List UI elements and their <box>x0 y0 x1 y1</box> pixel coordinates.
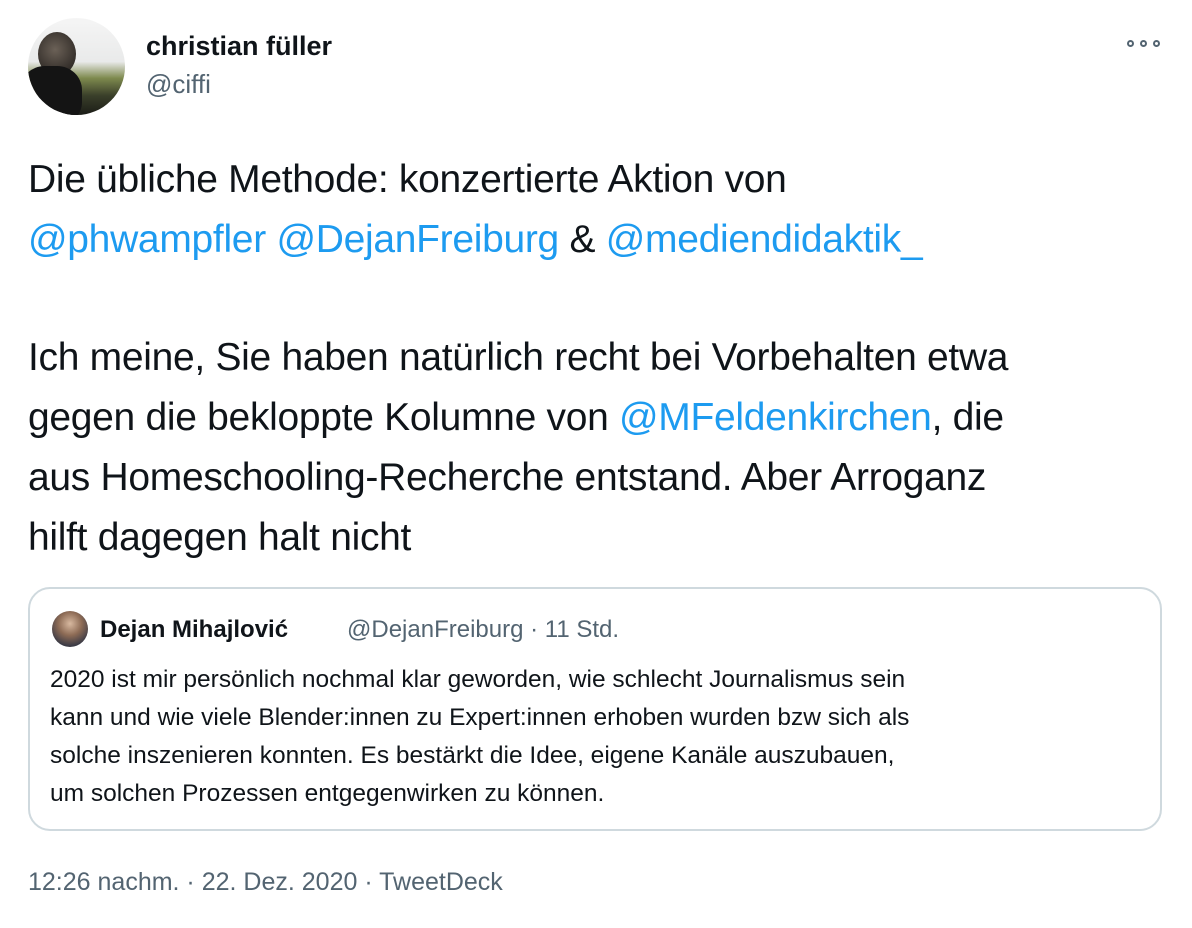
tweet-timestamp-source[interactable]: 12:26 nachm. · 22. Dez. 2020 · TweetDeck <box>28 866 503 898</box>
text-segment: , die <box>931 396 1005 439</box>
quoted-author-handle-time: @DejanFreiburg · 11 Std. <box>347 616 620 643</box>
quoted-text-line: 2020 ist mir persönlich nochmal klar gew… <box>50 666 906 693</box>
quoted-text-line: um solchen Prozessen entgegenwirken zu k… <box>50 780 605 807</box>
text-segment <box>266 218 277 261</box>
quoted-author-avatar <box>52 611 88 647</box>
mention-link[interactable]: @phwampfler <box>28 218 266 261</box>
tweet-text-line: Ich meine, Sie haben natürlich recht bei… <box>28 328 1168 388</box>
tweet-text-line: Die übliche Methode: konzertierte Aktion… <box>28 150 1168 210</box>
mention-link[interactable]: @DejanFreiburg <box>276 218 559 261</box>
avatar-shoulder <box>28 66 82 115</box>
tweet-text: Die übliche Methode: konzertierte Aktion… <box>28 150 1168 568</box>
tweet-text-line: gegen die bekloppte Kolumne von @MFelden… <box>28 388 1168 448</box>
text-segment: aus Homeschooling-Recherche entstand. Ab… <box>28 456 987 499</box>
more-dot <box>1127 40 1134 47</box>
author-name[interactable]: christian füller <box>146 30 332 62</box>
mention-link[interactable]: @MFeldenkirchen <box>619 396 932 439</box>
text-segment: & <box>558 218 606 261</box>
quoted-author-name: Dejan Mihajlović <box>100 616 289 643</box>
author-avatar[interactable] <box>28 18 125 115</box>
tweet-text-line: @phwampfler @DejanFreiburg & @mediendida… <box>28 210 1168 270</box>
text-segment: Die übliche Methode: konzertierte Aktion… <box>28 158 787 201</box>
quoted-text-line: solche inszenieren konnten. Es bestärkt … <box>50 742 895 769</box>
text-segment: hilft dagegen halt nicht <box>28 516 412 559</box>
mention-link[interactable]: @mediendidaktik_ <box>606 218 923 261</box>
tweet-text-line: hilft dagegen halt nicht <box>28 508 1168 568</box>
text-segment: Ich meine, Sie haben natürlich recht bei… <box>28 336 1009 379</box>
more-dot <box>1140 40 1147 47</box>
tweet-text-line: aus Homeschooling-Recherche entstand. Ab… <box>28 448 1168 508</box>
more-options-icon[interactable] <box>1124 32 1164 56</box>
quoted-tweet-text: 2020 ist mir persönlich nochmal klar gew… <box>50 661 1150 813</box>
quoted-text-line: kann und wie viele Blender:innen zu Expe… <box>50 704 910 731</box>
quoted-tweet[interactable]: Dejan Mihajlović @DejanFreiburg · 11 Std… <box>28 587 1162 831</box>
author-handle[interactable]: @ciffi <box>146 68 211 100</box>
more-dot <box>1153 40 1160 47</box>
text-segment: gegen die bekloppte Kolumne von <box>28 396 620 439</box>
